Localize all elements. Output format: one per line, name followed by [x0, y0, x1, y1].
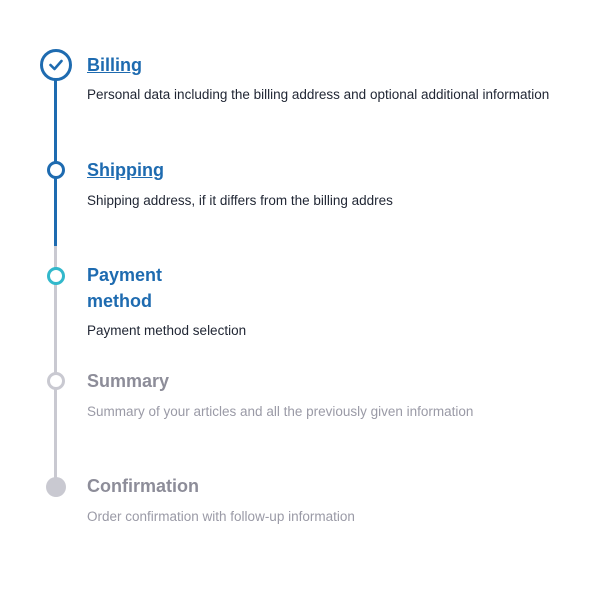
step-title-summary: Summary	[87, 371, 170, 391]
step-description-shipping: Shipping address, if it differs from the…	[87, 193, 393, 208]
step-description-payment-method: Payment method selection	[87, 323, 247, 338]
step-title-shipping[interactable]: Shipping	[87, 157, 164, 183]
step-marker-shipping[interactable]	[47, 161, 65, 179]
step-title-billing[interactable]: Billing	[87, 52, 142, 78]
step-title-confirmation: Confirmation	[87, 476, 199, 496]
step-description-confirmation: Order confirmation with follow-up inform…	[87, 509, 355, 524]
step-marker-summary	[47, 372, 65, 390]
step-description-billing: Personal data including the billing addr…	[87, 87, 550, 102]
step-marker-billing[interactable]	[40, 49, 72, 81]
step-title-payment-method: Payment method	[87, 265, 163, 311]
step-connector-shipping-payment	[54, 170, 57, 246]
check-icon	[49, 59, 63, 71]
step-marker-payment-method	[47, 267, 65, 285]
step-description-summary: Summary of your articles and all the pre…	[87, 404, 474, 419]
step-marker-confirmation	[46, 477, 66, 497]
checkout-stepper: Billing Personal data including the bill…	[0, 0, 600, 600]
step-connector-billing-shipping	[54, 80, 57, 170]
